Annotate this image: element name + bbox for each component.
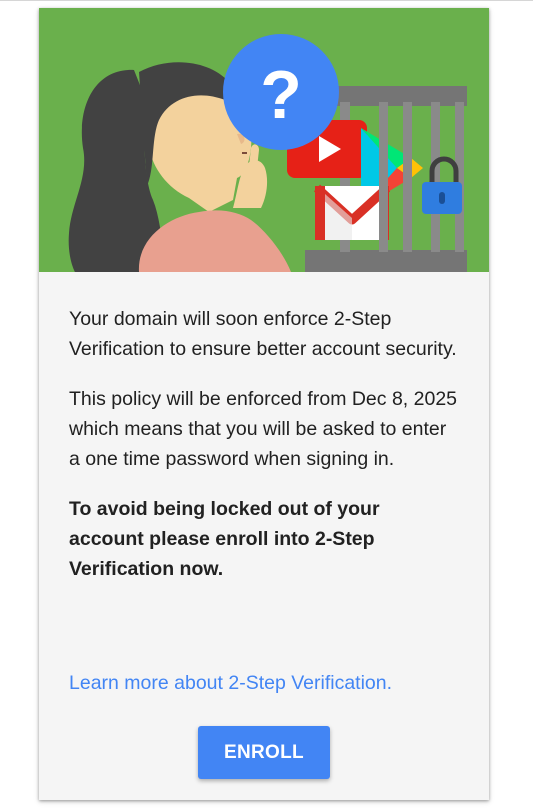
notice-content: Your domain will soon enforce 2-Step Ver… [69,304,459,604]
hero-illustration: ? [39,8,489,272]
enroll-warning: To avoid being locked out of your accoun… [69,498,380,580]
browser-top-edge [0,0,533,8]
svg-text:?: ? [260,57,302,133]
question-icon: ? [223,34,339,150]
two-step-verification-card: ? Your domain will soon enforce 2-Step V… [39,8,489,800]
gmail-icon [313,184,391,240]
policy-date-notice: This policy will be enforced from Dec 8,… [69,388,458,470]
enroll-button[interactable]: ENROLL [198,726,330,779]
padlock-icon [422,156,462,214]
learn-more-link[interactable]: Learn more about 2-Step Verification. [69,668,392,698]
enforcement-notice: Your domain will soon enforce 2-Step Ver… [69,308,457,360]
